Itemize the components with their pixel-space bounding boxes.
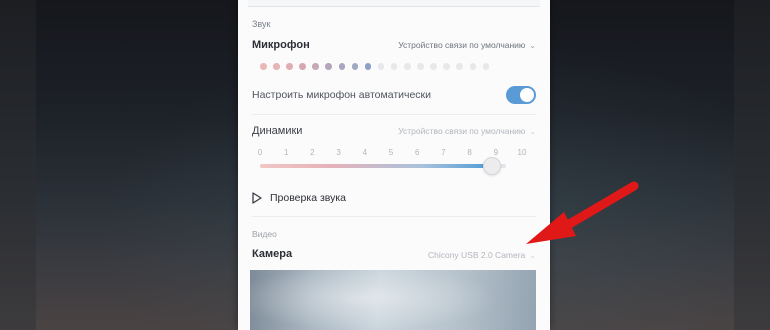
microphone-label: Микрофон	[252, 39, 310, 51]
volume-slider-thumb[interactable]	[483, 157, 502, 175]
divider	[252, 114, 536, 115]
mic-level-dot	[417, 63, 424, 70]
mic-level-dot	[364, 63, 372, 70]
mic-level-dot	[299, 63, 306, 70]
mic-level-dot	[338, 63, 346, 70]
mic-level-dot	[469, 63, 476, 70]
volume-tick-label: 8	[467, 148, 472, 157]
left-dark-edge	[0, 0, 36, 330]
mic-level-dot	[286, 63, 293, 70]
chevron-down-icon: ⌄	[529, 40, 536, 50]
divider	[252, 216, 536, 217]
microphone-level-meter	[260, 63, 490, 70]
volume-tick-label: 2	[310, 148, 315, 157]
mic-level-dot	[325, 63, 332, 70]
volume-tick-label: 10	[517, 148, 527, 157]
mic-level-dot	[404, 63, 411, 70]
volume-tick-label: 7	[441, 148, 446, 157]
volume-tick-label: 0	[257, 148, 263, 157]
volume-slider-fill	[260, 164, 492, 168]
camera-preview	[250, 270, 536, 330]
play-icon	[252, 192, 262, 204]
video-section-title: Видео	[252, 229, 277, 239]
auto-adjust-label: Настроить микрофон автоматически	[252, 89, 432, 101]
mic-level-dot	[351, 63, 359, 70]
mic-level-dot	[456, 63, 463, 70]
chevron-down-icon: ⌄	[529, 126, 536, 136]
microphone-device-select[interactable]: Устройство связи по умолчанию ⌄	[398, 40, 536, 50]
chevron-down-icon: ⌄	[529, 250, 536, 260]
camera-label: Камера	[252, 248, 293, 260]
speakers-label: Динамики	[252, 125, 303, 137]
mic-level-dot	[482, 63, 490, 70]
volume-tick-label: 1	[283, 148, 289, 157]
panel-top-bar	[248, 0, 540, 7]
camera-device-value: Chicony USB 2.0 Camera	[427, 250, 526, 260]
volume-tick-label: 4	[362, 148, 368, 157]
mic-level-dot	[443, 63, 450, 70]
test-sound-label: Проверка звука	[270, 192, 347, 204]
audio-video-settings-panel: Звук Микрофон Устройство связи по умолча…	[238, 0, 550, 330]
speakers-device-value: Устройство связи по умолчанию	[398, 126, 526, 136]
mic-level-dot	[390, 63, 398, 70]
right-dark-edge	[734, 0, 770, 330]
camera-device-select[interactable]: Chicony USB 2.0 Camera ⌄	[428, 250, 536, 260]
volume-tick-label: 9	[493, 148, 499, 157]
toggle-knob	[520, 88, 534, 102]
mic-level-dot	[430, 63, 437, 70]
test-sound-button[interactable]: Проверка звука	[252, 190, 346, 206]
red-arrow-icon	[526, 181, 639, 244]
mic-level-dot	[273, 63, 280, 70]
sound-section-title: Звук	[252, 19, 271, 29]
auto-adjust-toggle[interactable]	[506, 86, 536, 104]
mic-level-dot	[312, 63, 319, 70]
mic-level-dot	[260, 63, 267, 70]
volume-tick-label: 6	[414, 148, 420, 157]
speakers-device-select[interactable]: Устройство связи по умолчанию ⌄	[398, 126, 536, 136]
volume-tick-label: 3	[336, 148, 341, 157]
volume-tick-label: 5	[388, 148, 394, 157]
mic-level-dot	[377, 63, 385, 70]
volume-slider-track[interactable]	[260, 164, 506, 168]
microphone-device-value: Устройство связи по умолчанию	[398, 40, 526, 50]
